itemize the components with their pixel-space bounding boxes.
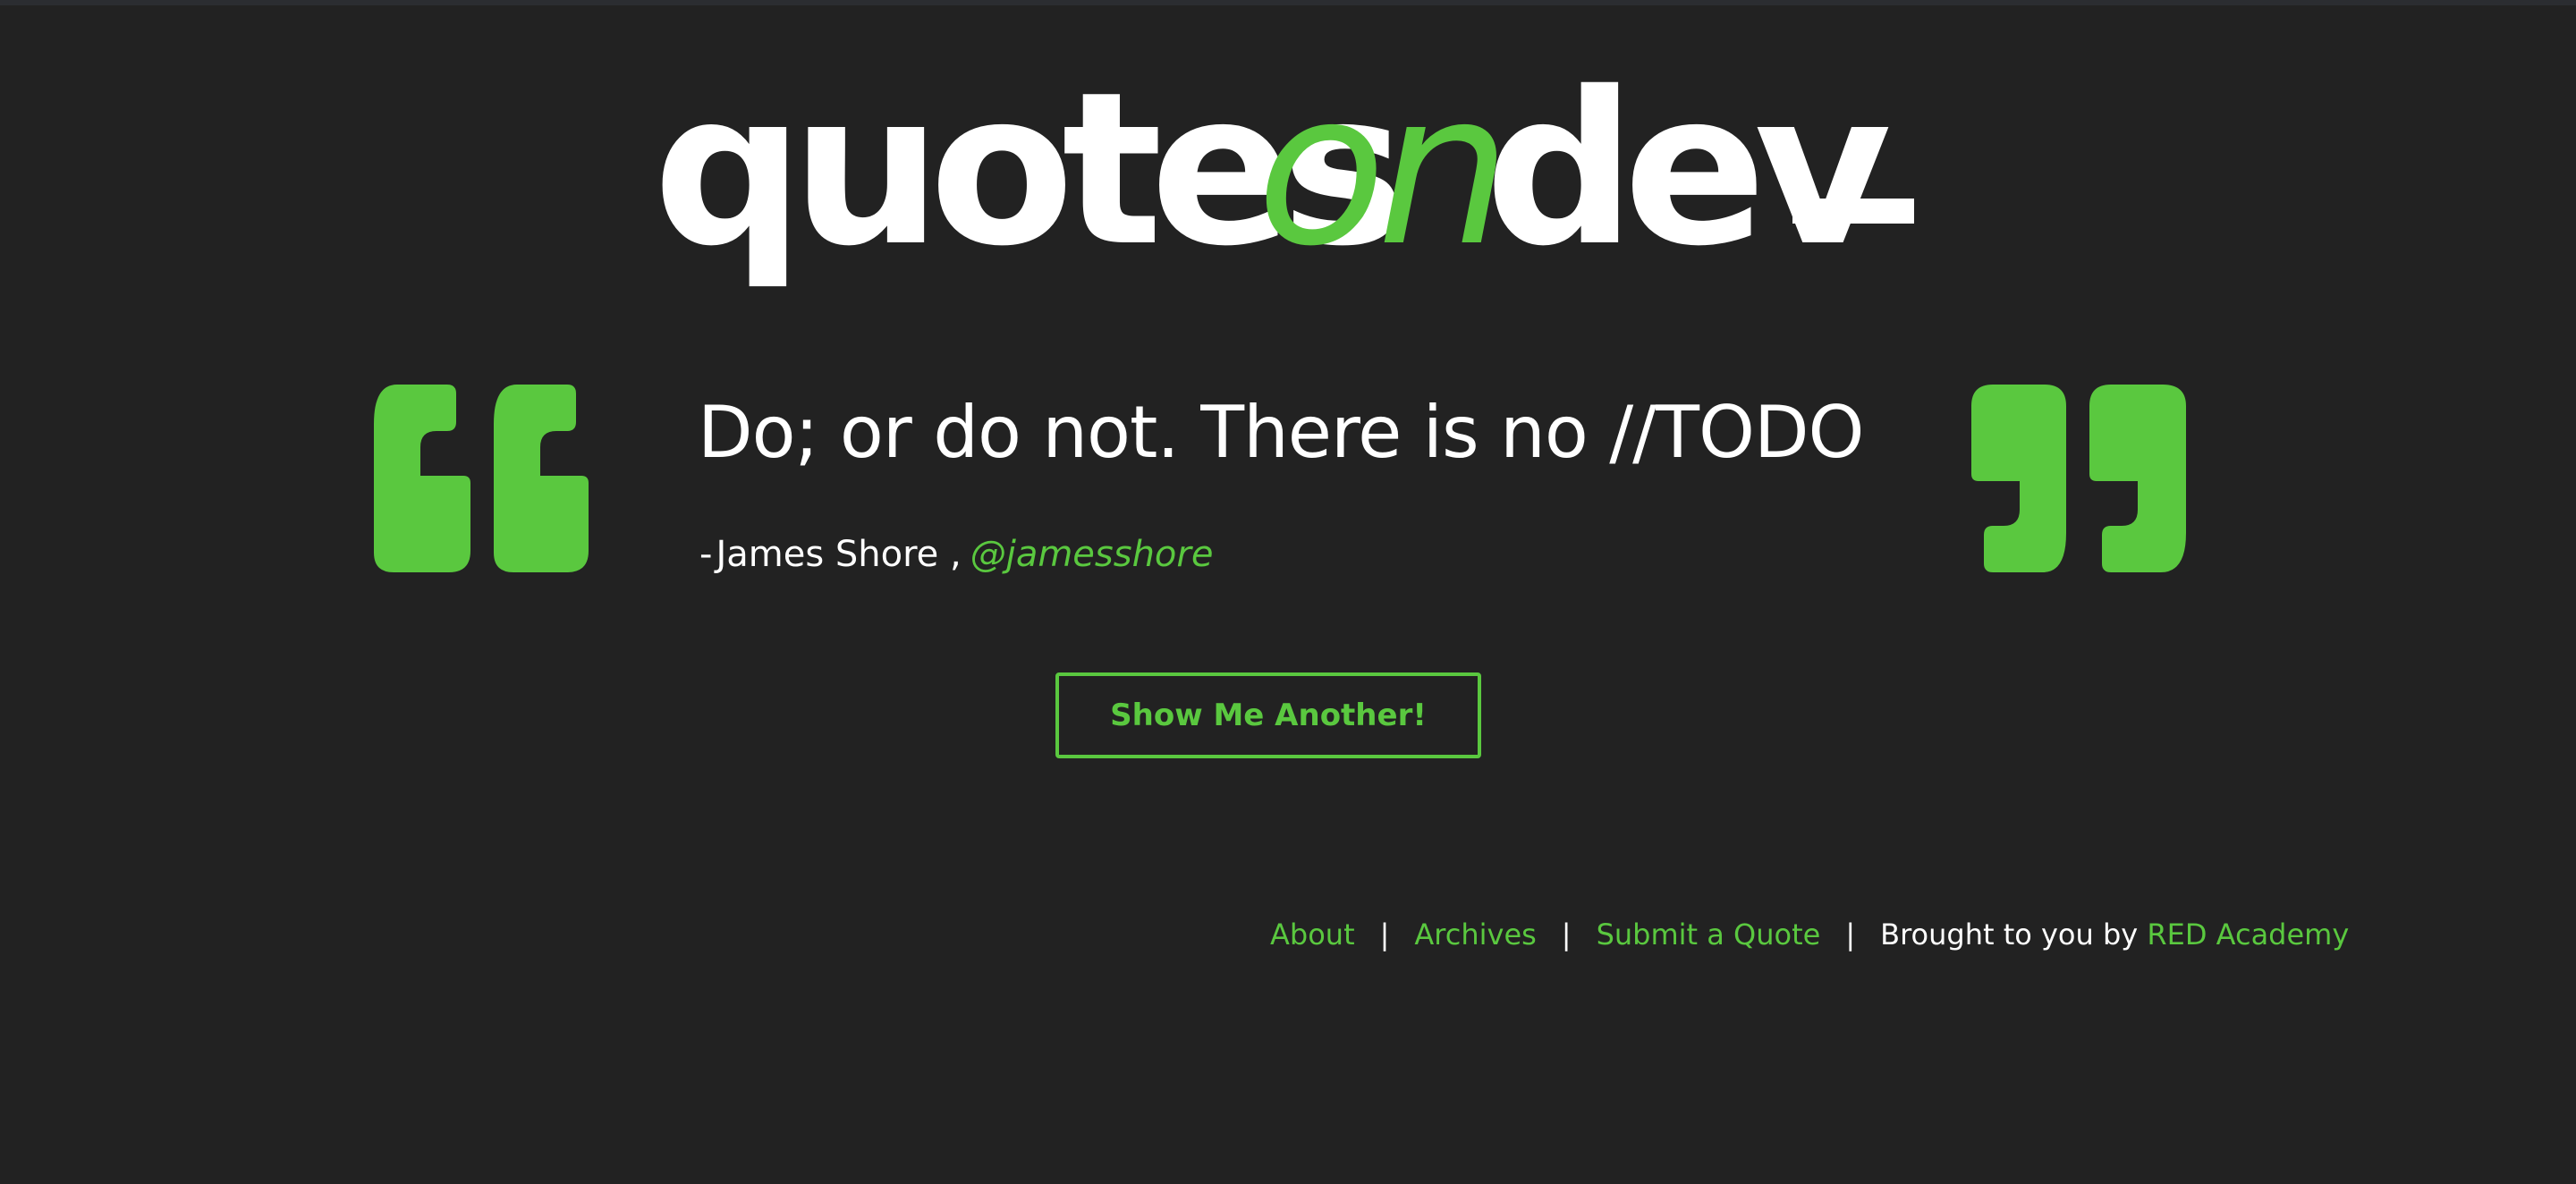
quote-attribution: - James Shore , @jamesshore: [699, 528, 1213, 581]
footer-link-about[interactable]: About: [1270, 918, 1355, 951]
open-quote-icon: [374, 385, 589, 572]
show-me-another-button[interactable]: Show Me Another!: [1055, 672, 1481, 758]
footer-brought-by-text: Brought to you by: [1880, 918, 2139, 951]
footer-link-archives[interactable]: Archives: [1414, 918, 1536, 951]
quote-text: Do; or do not. There is no //TODO: [698, 391, 1865, 474]
close-quote-icon: [1971, 385, 2186, 572]
footer-separator: |: [1561, 918, 1572, 951]
logo-on-text: on: [1257, 47, 1511, 292]
footer-link-red-academy[interactable]: RED Academy: [2147, 918, 2349, 951]
logo-dev-text: dev: [1485, 47, 1892, 292]
top-bar: [0, 0, 2576, 5]
footer-separator: |: [1379, 918, 1390, 951]
logo-cursor-underscore: [1792, 199, 1914, 224]
footer-separator: |: [1845, 918, 1856, 951]
quote-source-link[interactable]: @jamesshore: [970, 534, 1214, 575]
footer-nav: About | Archives | Submit a Quote | Brought to…: [1270, 912, 2349, 957]
footer-link-submit-quote[interactable]: Submit a Quote: [1597, 918, 1821, 951]
attribution-dash: -: [699, 534, 713, 575]
quote-author: James Shore ,: [716, 534, 962, 575]
